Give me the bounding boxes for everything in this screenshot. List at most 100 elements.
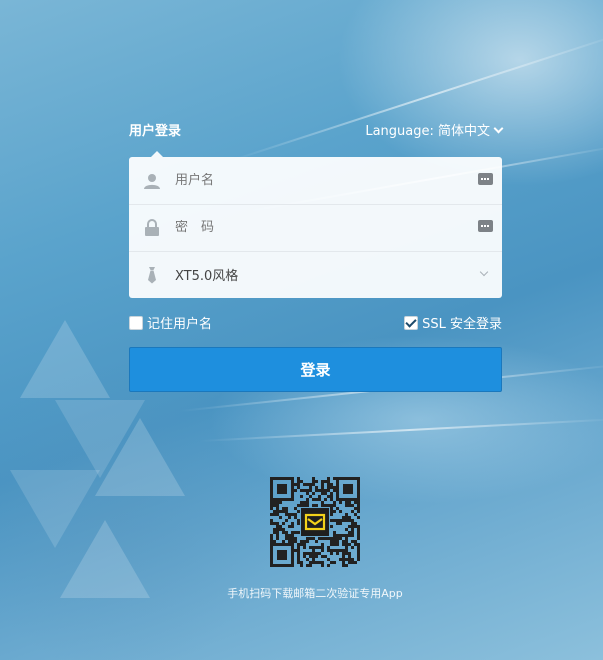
- qr-module: [300, 489, 303, 492]
- qr-module: [294, 516, 297, 519]
- qr-module: [309, 483, 312, 486]
- qr-module: [342, 543, 345, 546]
- qr-module: [333, 543, 336, 546]
- qr-module: [270, 501, 273, 504]
- qr-module: [306, 483, 309, 486]
- remember-username-label: 记住用户名: [147, 317, 213, 332]
- qr-module: [318, 495, 321, 498]
- qr-module: [354, 501, 357, 504]
- qr-module: [324, 489, 327, 492]
- qr-module: [288, 513, 291, 516]
- qr-module: [312, 504, 315, 507]
- login-form: XT5.0风格: [129, 151, 502, 298]
- qr-module: [300, 501, 303, 504]
- qr-module: [327, 477, 330, 480]
- qr-module: [306, 552, 309, 555]
- qr-module: [339, 537, 342, 540]
- qr-module: [270, 537, 273, 540]
- qr-module: [300, 561, 303, 564]
- ssl-login-option[interactable]: SSL 安全登录: [404, 313, 502, 332]
- style-select-row[interactable]: XT5.0风格: [129, 251, 502, 298]
- qr-module: [282, 540, 285, 543]
- qr-module: [315, 498, 318, 501]
- qr-module: [282, 528, 285, 531]
- qr-module: [276, 522, 279, 525]
- qr-module: [345, 558, 348, 561]
- qr-module: [276, 528, 279, 531]
- keyboard-icon[interactable]: [478, 220, 493, 232]
- qr-module: [270, 513, 273, 516]
- qr-module: [321, 543, 324, 546]
- remember-username-checkbox[interactable]: [129, 315, 143, 330]
- qr-module: [294, 549, 297, 552]
- qr-module: [312, 549, 315, 552]
- qr-module: [345, 528, 348, 531]
- qr-module: [306, 504, 309, 507]
- qr-module: [336, 507, 339, 510]
- qr-module: [333, 531, 336, 534]
- qr-module: [342, 555, 345, 558]
- qr-module: [297, 486, 300, 489]
- language-selector[interactable]: Language: 简体中文: [365, 120, 504, 139]
- qr-module: [342, 540, 345, 543]
- qr-module: [315, 555, 318, 558]
- qr-module: [318, 552, 321, 555]
- qr-module: [273, 528, 276, 531]
- qr-module: [315, 489, 318, 492]
- qr-module: [312, 537, 315, 540]
- qr-module: [342, 552, 345, 555]
- qr-module: [327, 486, 330, 489]
- qr-module: [351, 510, 354, 513]
- qr-module: [342, 549, 345, 552]
- qr-module: [339, 522, 342, 525]
- background-triangle: [95, 418, 185, 496]
- qr-module: [309, 546, 312, 549]
- qr-module: [345, 534, 348, 537]
- qr-module: [294, 507, 297, 510]
- qr-module: [348, 501, 351, 504]
- background-triangle: [60, 520, 150, 598]
- tie-icon: [129, 266, 175, 284]
- qr-module: [327, 495, 330, 498]
- qr-module: [282, 522, 285, 525]
- light-streak: [229, 30, 603, 162]
- qr-module: [345, 516, 348, 519]
- qr-module: [351, 546, 354, 549]
- qr-module: [273, 513, 276, 516]
- qr-module: [321, 564, 324, 567]
- qr-module: [357, 528, 360, 531]
- qr-module: [357, 552, 360, 555]
- qr-module: [318, 561, 321, 564]
- keyboard-icon[interactable]: [478, 173, 493, 185]
- qr-module: [354, 540, 357, 543]
- qr-module: [345, 537, 348, 540]
- ssl-login-checkbox[interactable]: [404, 315, 419, 330]
- username-input[interactable]: [175, 173, 465, 188]
- qr-module: [285, 513, 288, 516]
- qr-module: [342, 519, 345, 522]
- qr-module: [345, 519, 348, 522]
- qr-module: [327, 549, 330, 552]
- qr-module: [315, 561, 318, 564]
- password-input[interactable]: [175, 220, 465, 235]
- qr-module: [270, 522, 273, 525]
- qr-module: [336, 543, 339, 546]
- qr-module: [333, 501, 336, 504]
- qr-module: [330, 537, 333, 540]
- qr-module: [321, 489, 324, 492]
- qr-module: [339, 510, 342, 513]
- qr-module: [312, 558, 315, 561]
- qr-module: [303, 483, 306, 486]
- login-button[interactable]: 登录: [129, 347, 502, 392]
- qr-module: [345, 501, 348, 504]
- remember-username-option[interactable]: 记住用户名: [129, 313, 212, 332]
- qr-module: [357, 525, 360, 528]
- qr-module: [279, 510, 282, 513]
- qr-module: [321, 480, 324, 483]
- qr-module: [321, 546, 324, 549]
- qr-module: [309, 561, 312, 564]
- qr-module: [333, 486, 336, 489]
- qr-module: [336, 537, 339, 540]
- qr-module: [306, 558, 309, 561]
- qr-module: [327, 537, 330, 540]
